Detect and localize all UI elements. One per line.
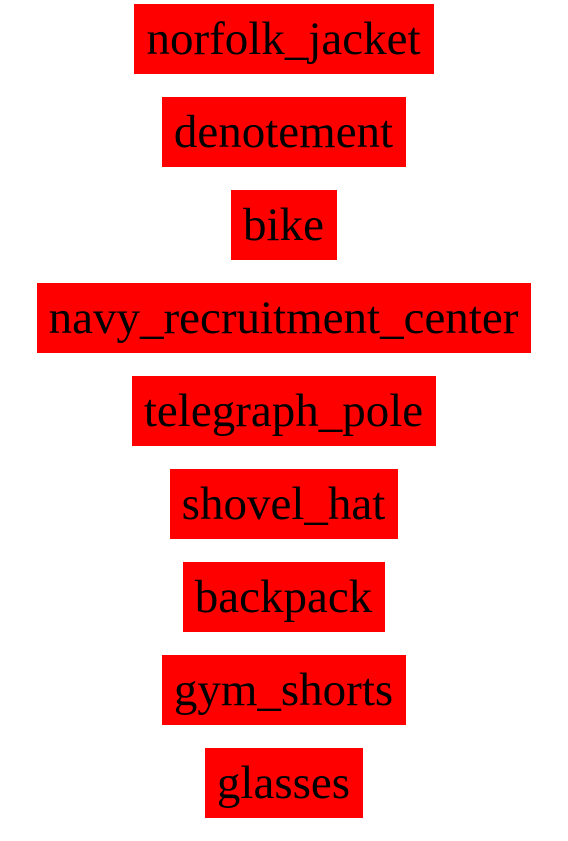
label-shovel-hat: shovel_hat	[169, 469, 399, 539]
label-norfolk-jacket: norfolk_jacket	[134, 4, 434, 74]
label-list: norfolk_jacket denotement bike navy_recr…	[0, 4, 568, 841]
label-glasses: glasses	[204, 748, 364, 818]
label-backpack: backpack	[182, 562, 386, 632]
label-navy-recruitment-center: navy_recruitment_center	[36, 283, 532, 353]
label-gym-shorts: gym_shorts	[161, 655, 407, 725]
label-denotement: denotement	[161, 97, 407, 167]
label-telegraph-pole: telegraph_pole	[131, 376, 437, 446]
label-bike: bike	[231, 190, 337, 260]
